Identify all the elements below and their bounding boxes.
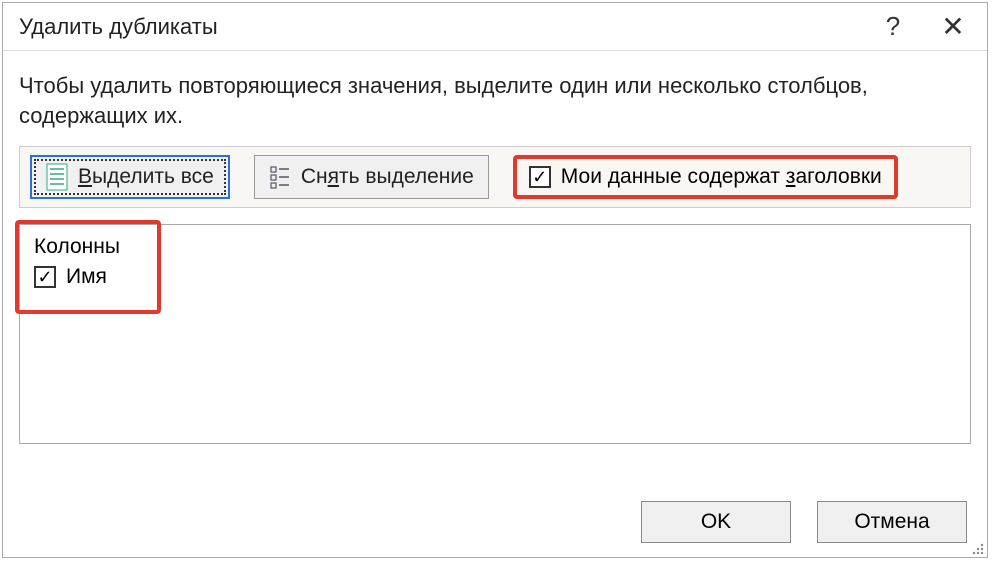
columns-listbox[interactable]: Колонны Имя xyxy=(19,224,971,444)
instruction-text: Чтобы удалить повторяющиеся значения, вы… xyxy=(19,71,971,130)
select-all-icon xyxy=(46,163,68,191)
dialog-body: Чтобы удалить повторяющиеся значения, вы… xyxy=(3,51,987,444)
column-label: Имя xyxy=(66,265,107,289)
help-button[interactable]: ? xyxy=(863,3,923,51)
unselect-all-button[interactable]: Снять выделение xyxy=(254,155,489,199)
column-checkbox[interactable] xyxy=(34,266,56,288)
headers-checkbox-label: Мои данные содержат заголовки xyxy=(561,165,882,189)
cancel-button[interactable]: Отмена xyxy=(817,501,967,543)
columns-area: Колонны Имя xyxy=(19,224,971,444)
unselect-all-label: Снять выделение xyxy=(301,165,474,189)
dialog-title: Удалить дубликаты xyxy=(19,14,863,40)
select-all-label: Выделить все xyxy=(78,165,214,189)
titlebar: Удалить дубликаты ? ✕ xyxy=(3,3,987,51)
ok-button[interactable]: OK xyxy=(641,501,791,543)
columns-header: Колонны xyxy=(34,235,956,259)
close-button[interactable]: ✕ xyxy=(923,3,983,51)
dialog-footer: OK Отмена xyxy=(641,501,967,543)
column-item[interactable]: Имя xyxy=(34,265,956,289)
toolbar: Выделить все Снять выделение xyxy=(19,146,971,208)
headers-checkbox-group[interactable]: Мои данные содержат заголовки xyxy=(513,155,898,199)
resize-grip[interactable] xyxy=(969,539,985,555)
remove-duplicates-dialog: Удалить дубликаты ? ✕ Чтобы удалить повт… xyxy=(2,2,988,558)
select-all-button[interactable]: Выделить все xyxy=(30,155,230,199)
unselect-all-icon xyxy=(269,163,291,191)
headers-checkbox[interactable] xyxy=(529,166,551,188)
